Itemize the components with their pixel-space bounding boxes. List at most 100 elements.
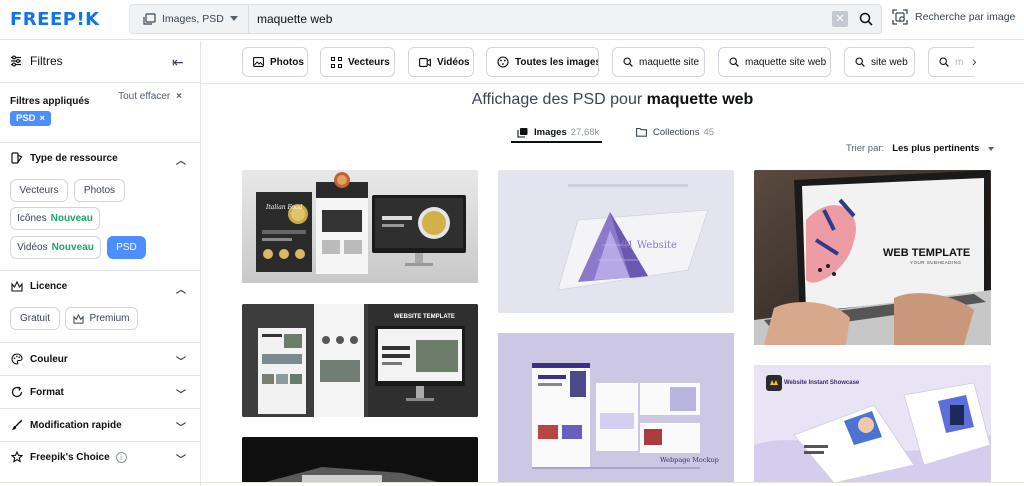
divider <box>0 408 200 409</box>
suggestion-label: m <box>955 56 964 68</box>
suggestion-chip[interactable]: maquette site <box>612 47 705 77</box>
section-quick-edit[interactable]: Modification rapide ﹀ <box>10 419 186 434</box>
divider <box>0 441 200 442</box>
result-thumbnail[interactable]: WEB TEMPLATE YOUR SUBHEADING <box>754 170 991 345</box>
chevron-up-icon: ︿ <box>176 156 186 167</box>
clear-search-icon[interactable]: ✕ <box>832 11 848 27</box>
tab-images-label: Images <box>534 126 567 138</box>
filters-sidebar: Filtres ⇤ Filtres appliqués Tout effacer… <box>0 41 201 486</box>
section-quick-edit-title: Modification rapide <box>30 419 122 431</box>
image-search-icon <box>892 9 908 25</box>
filter-option-free[interactable]: Gratuit <box>10 307 60 330</box>
quick-filter-row: Photos Vecteurs Vidéos Toutes les images… <box>201 41 1024 84</box>
result-thumbnail[interactable]: Website Instant Showcase <box>754 365 991 483</box>
result-thumbnail[interactable]: WEBSITE TEMPLATE <box>242 304 478 417</box>
folder-icon <box>636 127 647 137</box>
search-icon[interactable] <box>857 10 875 28</box>
top-header: FREEP!K Images, PSD ✕ Recherche par imag… <box>0 0 1024 40</box>
photo-icon <box>253 57 264 67</box>
search-icon <box>939 57 949 67</box>
page-bottom-border <box>0 482 1024 483</box>
filter-option-label: Photos <box>83 185 116 196</box>
suggestion-label: maquette site <box>639 56 700 68</box>
search-input[interactable] <box>257 5 817 33</box>
clear-all-label: Tout effacer <box>118 91 171 102</box>
filter-option-photos[interactable]: Photos <box>74 179 125 202</box>
tab-images[interactable]: Images 27,68k <box>517 123 599 141</box>
suggestion-chip[interactable]: m <box>928 47 974 77</box>
section-format[interactable]: Format ﹀ <box>10 386 186 401</box>
thumbnail-caption: WEBSITE TEMPLATE <box>394 314 455 320</box>
divider <box>0 375 200 376</box>
filter-option-psd[interactable]: PSD <box>107 236 146 259</box>
result-thumbnail[interactable]: Webpage Mockup <box>498 333 734 483</box>
video-icon <box>419 57 431 67</box>
sort-label: Trier par: <box>846 143 885 154</box>
results-title: Affichage des PSD pour maquette web <box>201 91 1024 109</box>
sort-value: Les plus pertinents <box>892 143 980 154</box>
result-thumbnail[interactable] <box>242 437 478 483</box>
star-icon <box>10 451 24 463</box>
section-license[interactable]: Licence ︿ <box>10 281 186 296</box>
chevron-up-icon: ︿ <box>176 285 186 296</box>
result-thumbnail[interactable]: 01 Website <box>498 170 734 313</box>
quick-filter-label: Toutes les images <box>515 56 599 68</box>
applied-filters: Filtres appliqués Tout effacer × <box>10 91 190 107</box>
chevron-down-icon: ﹀ <box>176 423 186 434</box>
thumbnail-caption: 01 Website <box>621 240 677 251</box>
divider <box>0 342 200 343</box>
search-icon <box>729 57 739 67</box>
vector-icon <box>331 56 342 68</box>
filters-header: Filtres ⇤ <box>0 41 200 83</box>
result-thumbnail[interactable]: Italian Food <box>242 170 478 283</box>
resource-type-select[interactable]: Images, PSD <box>130 5 249 33</box>
quick-filter-videos[interactable]: Vidéos <box>408 47 474 77</box>
crown-icon <box>73 313 85 324</box>
tab-collections-label: Collections <box>653 126 700 138</box>
quick-filter-all-images[interactable]: Toutes les images <box>486 47 599 77</box>
section-freepiks-choice[interactable]: Freepik's Choice i ﹀ <box>10 451 186 466</box>
section-color[interactable]: Couleur ﹀ <box>10 353 186 368</box>
filter-option-vectors[interactable]: Vecteurs <box>10 179 68 202</box>
filter-option-premium[interactable]: Premium <box>65 307 138 330</box>
thumbnail-caption: Webpage Mockup <box>660 456 719 464</box>
image-stack-icon <box>517 127 528 138</box>
brush-icon <box>10 419 24 431</box>
thumbnail-caption: WEB TEMPLATE <box>883 247 971 259</box>
clear-all-button[interactable]: Tout effacer × <box>118 91 182 102</box>
collapse-sidebar-icon[interactable]: ⇤ <box>172 54 184 71</box>
chevron-right-icon[interactable]: › <box>972 53 977 69</box>
section-resource-type-title: Type de ressource <box>30 152 118 164</box>
quick-filter-label: Photos <box>270 56 304 68</box>
all-images-icon <box>497 56 509 68</box>
filter-option-icons[interactable]: Icônes Nouveau <box>10 207 100 230</box>
chevron-down-icon <box>230 16 238 21</box>
section-freepiks-choice-title: Freepik's Choice <box>30 451 110 463</box>
chevron-down-icon: ﹀ <box>176 390 186 401</box>
image-search-label: Recherche par image <box>915 11 1016 23</box>
info-icon[interactable]: i <box>115 451 127 463</box>
section-resource-type[interactable]: Type de ressource ︿ <box>10 152 186 167</box>
suggestion-chip[interactable]: maquette site web <box>718 47 831 77</box>
applied-chip-psd[interactable]: PSD × <box>10 111 52 126</box>
remove-chip-icon[interactable]: × <box>40 113 46 124</box>
quick-filter-label: Vidéos <box>437 56 470 68</box>
filter-option-videos[interactable]: Vidéos Nouveau <box>10 236 101 259</box>
color-palette-icon <box>10 353 24 365</box>
resource-type-label: Images, PSD <box>162 13 224 25</box>
search-bar: Images, PSD ✕ <box>129 4 882 34</box>
quick-filter-vectors[interactable]: Vecteurs <box>320 47 395 77</box>
image-search-button[interactable]: Recherche par image <box>892 9 1015 25</box>
search-icon <box>855 57 865 67</box>
quick-filter-photos[interactable]: Photos <box>242 47 308 77</box>
tab-collections[interactable]: Collections 45 <box>636 123 714 141</box>
freepik-logo[interactable]: FREEP!K <box>10 9 100 30</box>
filters-title-label: Filtres <box>30 54 63 68</box>
crown-icon <box>10 281 24 292</box>
filter-option-label: Vecteurs <box>19 185 59 196</box>
sort-dropdown[interactable]: Trier par: Les plus pertinents <box>846 143 995 154</box>
new-badge: Nouveau <box>50 213 93 224</box>
suggestion-chip[interactable]: site web <box>844 47 915 77</box>
active-tab-indicator <box>511 141 602 143</box>
search-icon <box>623 57 633 67</box>
